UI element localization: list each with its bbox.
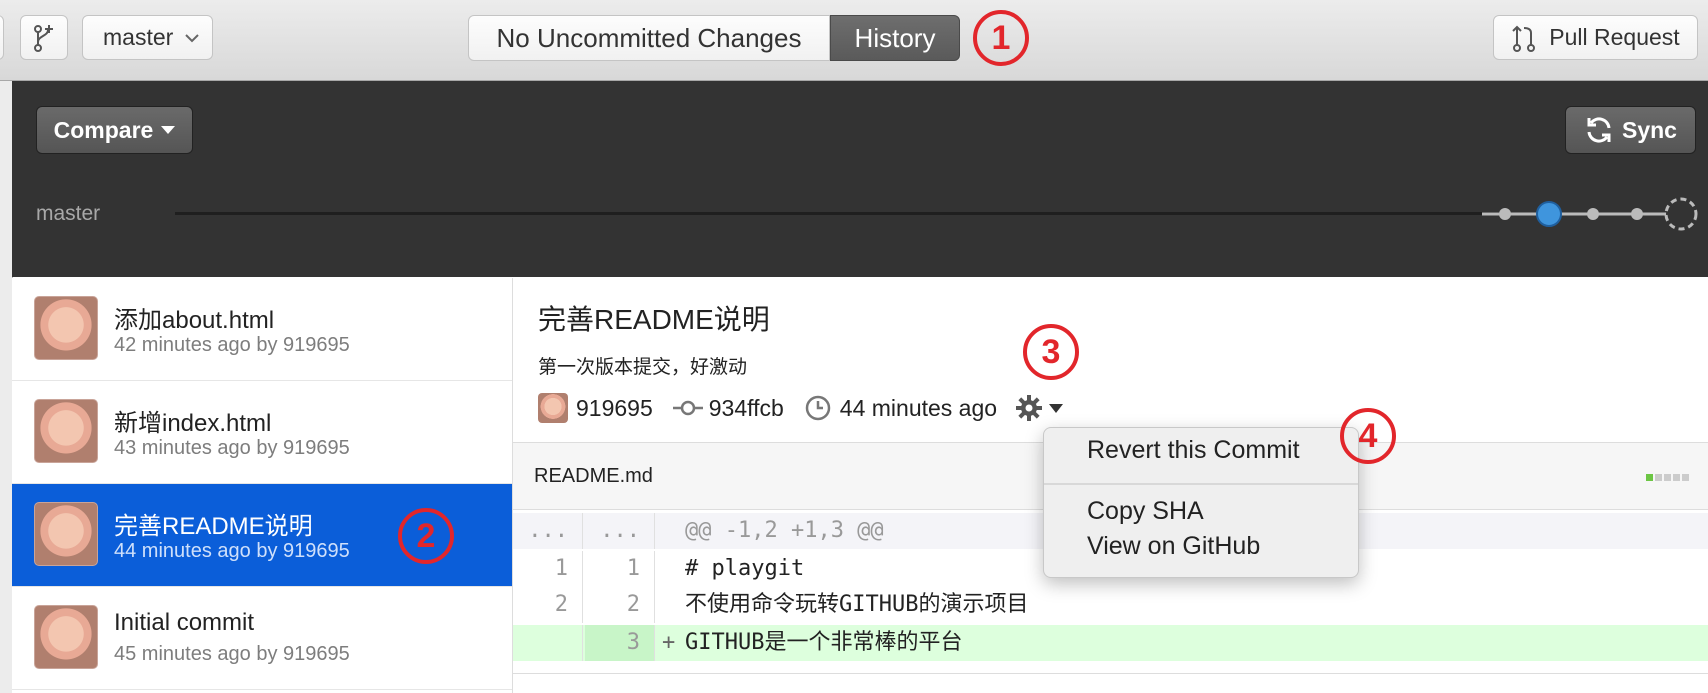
commit-list-item-selected[interactable]: 完善README说明 44 minutes ago by 919695 2 bbox=[12, 484, 512, 587]
commit-title: 新增index.html bbox=[114, 410, 272, 437]
menu-item-copy-sha[interactable]: Copy SHA bbox=[1087, 497, 1204, 526]
sync-icon bbox=[1587, 117, 1611, 143]
compare-button[interactable]: Compare bbox=[36, 106, 193, 154]
avatar bbox=[34, 296, 98, 360]
commit-detail-description: 第一次版本提交，好激动 bbox=[538, 357, 748, 378]
sync-button[interactable]: Sync bbox=[1565, 106, 1696, 154]
commit-list-item[interactable]: 新增index.html 43 minutes ago by 919695 bbox=[12, 381, 512, 484]
new-line-number: 2 bbox=[585, 587, 655, 623]
commit-actions-menu: Revert this Commit Copy SHA View on GitH… bbox=[1043, 427, 1359, 578]
diff-code: # playgit bbox=[685, 556, 805, 581]
avatar bbox=[538, 393, 568, 423]
commit-sha: 934ffcb bbox=[708, 394, 784, 421]
diff-stat-bar bbox=[1646, 474, 1689, 481]
diff-context-row: 2 2 不使用命令玩转GITHUB的演示项目 bbox=[513, 587, 1708, 623]
commit-meta: 45 minutes ago by 919695 bbox=[114, 643, 350, 665]
diff-code: @@ -1,2 +1,3 @@ bbox=[685, 518, 884, 543]
pull-request-icon bbox=[1512, 25, 1536, 52]
commit-author: 919695 bbox=[576, 394, 653, 421]
commit-list-item[interactable]: 添加about.html 42 minutes ago by 919695 bbox=[12, 278, 512, 381]
create-branch-button[interactable] bbox=[20, 15, 68, 60]
sync-label: Sync bbox=[1622, 116, 1677, 143]
annotation-badge-4: 4 bbox=[1340, 408, 1396, 464]
diff-add-marker: + bbox=[662, 630, 676, 655]
old-line-number: 1 bbox=[513, 551, 583, 587]
tab-uncommitted-changes[interactable]: No Uncommitted Changes bbox=[468, 15, 830, 61]
avatar bbox=[34, 399, 98, 463]
timeline-branch-label: master bbox=[36, 202, 101, 225]
timeline-uncommitted-dot bbox=[1664, 197, 1698, 231]
commit-title: 完善README说明 bbox=[114, 513, 313, 540]
menu-item-view-on-github[interactable]: View on GitHub bbox=[1087, 532, 1260, 561]
toolbar: master No Uncommitted Changes History Pu… bbox=[0, 0, 1708, 81]
chevron-down-icon bbox=[185, 33, 200, 42]
clock-icon bbox=[805, 395, 831, 421]
commit-settings-button[interactable] bbox=[1015, 394, 1064, 422]
commit-meta: 43 minutes ago by 919695 bbox=[114, 437, 350, 459]
timeline-commit-dot bbox=[1499, 208, 1511, 220]
commit-list-item[interactable]: Initial commit 45 minutes ago by 919695 bbox=[12, 587, 512, 690]
old-line-number: ... bbox=[513, 513, 583, 549]
diff-code: 不使用命令玩转GITHUB的演示项目 bbox=[685, 592, 1029, 617]
annotation-badge-1: 1 bbox=[973, 10, 1029, 66]
new-line-number: 3 bbox=[585, 625, 655, 661]
commit-info-row: 919695 934ffcb 44 minutes ago bbox=[538, 390, 1064, 426]
branch-selector-label: master bbox=[103, 24, 174, 50]
branch-icon bbox=[34, 24, 53, 52]
menu-separator bbox=[1044, 483, 1358, 485]
old-line-number: 2 bbox=[513, 587, 583, 623]
pull-request-label: Pull Request bbox=[1549, 24, 1680, 50]
gear-icon bbox=[1016, 395, 1043, 421]
avatar bbox=[34, 605, 98, 669]
diff-code: GITHUB是一个非常棒的平台 bbox=[685, 630, 963, 655]
tab-uncommitted-label: No Uncommitted Changes bbox=[496, 22, 802, 53]
timeline-selected-dot bbox=[1536, 201, 1562, 227]
new-line-number: 1 bbox=[585, 551, 655, 587]
caret-down-icon bbox=[161, 126, 176, 134]
diff-bottom-border bbox=[513, 673, 1708, 674]
menu-item-revert-commit[interactable]: Revert this Commit bbox=[1087, 436, 1300, 465]
commit-list: 添加about.html 42 minutes ago by 919695 新增… bbox=[12, 278, 513, 693]
timeline-dots bbox=[1482, 197, 1698, 231]
commit-time: 44 minutes ago bbox=[839, 394, 998, 421]
tab-history[interactable]: History bbox=[830, 15, 960, 61]
pull-request-button[interactable]: Pull Request bbox=[1493, 15, 1698, 60]
annotation-badge-2: 2 bbox=[398, 508, 454, 564]
diff-added-row: 3 + GITHUB是一个非常棒的平台 bbox=[513, 625, 1708, 661]
timeline-panel: Compare Sync master bbox=[12, 81, 1708, 277]
branch-selector[interactable]: master bbox=[82, 15, 213, 60]
compare-label: Compare bbox=[53, 116, 154, 143]
commit-detail-title: 完善README说明 bbox=[538, 304, 770, 335]
old-line-number bbox=[513, 625, 583, 661]
timeline-commit-dot bbox=[1631, 208, 1643, 220]
annotation-badge-3: 3 bbox=[1023, 324, 1079, 380]
commit-icon bbox=[672, 400, 703, 416]
file-name[interactable]: README.md bbox=[534, 465, 653, 488]
commit-title: 添加about.html bbox=[114, 307, 275, 334]
caret-down-icon bbox=[1049, 403, 1064, 413]
commit-title: Initial commit bbox=[114, 609, 255, 636]
commit-meta: 42 minutes ago by 919695 bbox=[114, 334, 350, 356]
timeline-commit-dot bbox=[1587, 208, 1599, 220]
timeline-track bbox=[175, 212, 1505, 215]
commit-meta: 44 minutes ago by 919695 bbox=[114, 540, 350, 562]
tab-history-label: History bbox=[854, 22, 936, 53]
new-line-number: ... bbox=[585, 513, 655, 549]
avatar bbox=[34, 502, 98, 566]
sidebar-edge-button[interactable] bbox=[0, 15, 4, 60]
